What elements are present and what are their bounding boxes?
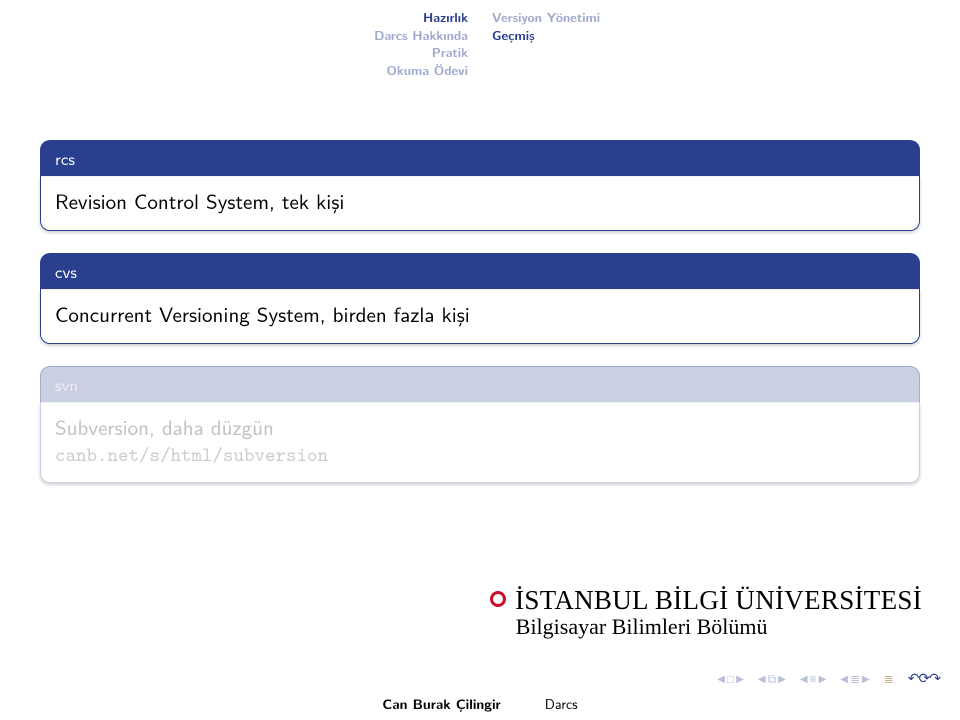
footer-title: Darcs — [545, 694, 578, 714]
nav-section-pratik[interactable]: Pratik — [0, 43, 468, 61]
block-rcs-body: Revision Control System, tek kişi — [40, 176, 920, 231]
block-svn-body: Subversion, daha düzgün canb.net/s/html/… — [40, 402, 920, 483]
block-svn: svn Subversion, daha düzgün canb.net/s/h… — [40, 366, 920, 483]
nav-loop-icon[interactable]: ↶⟳↷ — [908, 668, 940, 688]
nav-section-darcs-hakkinda[interactable]: Darcs Hakkında — [0, 26, 468, 44]
slide-content: rcs Revision Control System, tek kişi cv… — [40, 140, 920, 505]
footer-author: Can Burak Çilingir — [382, 694, 500, 714]
slide-footer: Can Burak Çilingir Darcs — [0, 694, 960, 714]
block-rcs-title: rcs — [40, 140, 920, 176]
slide-header: Hazırlık Darcs Hakkında Pratik Okuma Öde… — [0, 8, 960, 78]
nav-prev-section-icon[interactable]: ◀≣▶ — [840, 669, 869, 687]
nav-prev-subsection-icon[interactable]: ◀≡▶ — [800, 669, 826, 687]
block-rcs: rcs Revision Control System, tek kişi — [40, 140, 920, 231]
block-cvs-title: cvs — [40, 253, 920, 289]
block-cvs-body: Concurrent Versioning System, birden faz… — [40, 289, 920, 344]
nav-bookmark-icon[interactable]: ≣ — [884, 669, 894, 687]
nav-subsection-gecmis[interactable]: Geçmiş — [492, 26, 960, 44]
nav-prev-frame-icon[interactable]: ◀⧉▶ — [758, 669, 786, 687]
logo-circle-icon — [490, 591, 506, 607]
nav-section-hazirlik[interactable]: Hazırlık — [0, 8, 468, 26]
nav-section-okuma-odevi[interactable]: Okuma Ödevi — [0, 61, 468, 79]
university-logo: İSTANBUL BİLGİ ÜNİVERSİTESİ Bilgisayar B… — [490, 585, 922, 640]
department-name: Bilgisayar Bilimleri Bölümü — [490, 614, 922, 640]
nav-sections: Hazırlık Darcs Hakkında Pratik Okuma Öde… — [0, 8, 480, 78]
block-svn-line1: Subversion, daha düzgün — [55, 412, 905, 442]
slide-nav-controls: ◀□▶ ◀⧉▶ ◀≡▶ ◀≣▶ ≣ ↶⟳↷ — [717, 668, 940, 688]
university-name: İSTANBUL BİLGİ ÜNİVERSİTESİ — [515, 585, 922, 615]
block-cvs: cvs Concurrent Versioning System, birden… — [40, 253, 920, 344]
block-svn-url: canb.net/s/html/subversion — [55, 442, 905, 468]
nav-prev-slide-icon[interactable]: ◀□▶ — [717, 669, 744, 687]
nav-subsection-versiyon-yonetimi[interactable]: Versiyon Yönetimi — [492, 8, 960, 26]
block-svn-title: svn — [40, 366, 920, 402]
nav-subsections: Versiyon Yönetimi Geçmiş — [480, 8, 960, 78]
